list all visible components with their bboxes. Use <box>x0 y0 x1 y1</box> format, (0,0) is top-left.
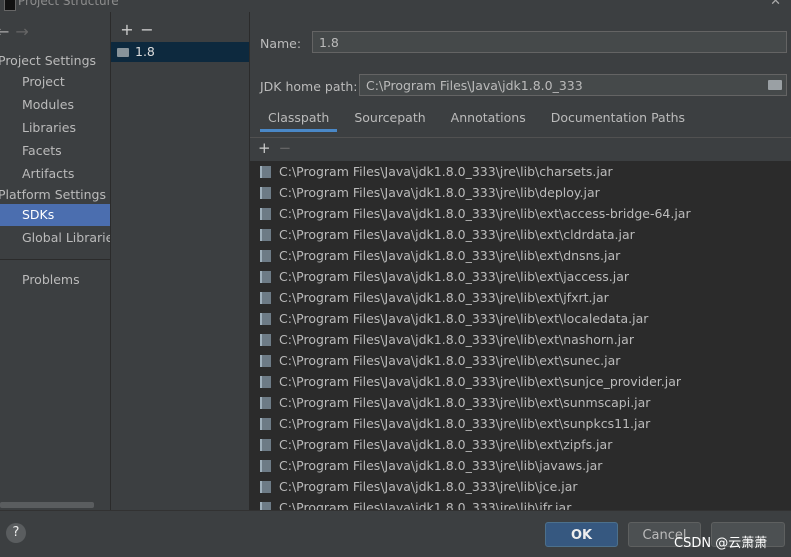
add-path-button[interactable]: + <box>258 139 271 157</box>
nav-arrows: ←→ <box>0 22 29 41</box>
list-item[interactable]: C:\Program Files\Java\jdk1.8.0_333\jre\l… <box>250 329 791 350</box>
tab-classpath[interactable]: Classpath <box>260 110 338 132</box>
jar-icon <box>260 334 271 346</box>
list-item[interactable]: C:\Program Files\Java\jdk1.8.0_333\jre\l… <box>250 350 791 371</box>
classpath-list[interactable]: C:\Program Files\Java\jdk1.8.0_333\jre\l… <box>250 161 791 510</box>
sdk-list-panel: + − 1.8 <box>111 12 250 510</box>
list-item-label: C:\Program Files\Java\jdk1.8.0_333\jre\l… <box>279 332 634 347</box>
jdk-home-input[interactable]: C:\Program Files\Java\jdk1.8.0_333 <box>359 74 787 96</box>
tab-sourcepath[interactable]: Sourcepath <box>346 110 433 129</box>
sdk-toolbar: + − <box>117 20 157 39</box>
nav-item-facets[interactable]: Facets <box>0 140 110 162</box>
jar-icon <box>260 187 271 199</box>
list-item-label: C:\Program Files\Java\jdk1.8.0_333\jre\l… <box>279 290 609 305</box>
list-item[interactable]: C:\Program Files\Java\jdk1.8.0_333\jre\l… <box>250 182 791 203</box>
list-item[interactable]: C:\Program Files\Java\jdk1.8.0_333\jre\l… <box>250 476 791 497</box>
list-item[interactable]: C:\Program Files\Java\jdk1.8.0_333\jre\l… <box>250 287 791 308</box>
list-item[interactable]: C:\Program Files\Java\jdk1.8.0_333\jre\l… <box>250 224 791 245</box>
ok-button[interactable]: OK <box>545 522 618 547</box>
window-title: Project Structure <box>18 0 119 8</box>
list-item[interactable]: C:\Program Files\Java\jdk1.8.0_333\jre\l… <box>250 455 791 476</box>
jar-icon <box>260 292 271 304</box>
list-item[interactable]: C:\Program Files\Java\jdk1.8.0_333\jre\l… <box>250 497 791 510</box>
jar-icon <box>260 397 271 409</box>
list-item[interactable]: C:\Program Files\Java\jdk1.8.0_333\jre\l… <box>250 266 791 287</box>
list-item-label: C:\Program Files\Java\jdk1.8.0_333\jre\l… <box>279 248 621 263</box>
tab-divider <box>250 137 791 138</box>
jar-icon <box>260 418 271 430</box>
platform-settings-header: Platform Settings <box>0 187 106 202</box>
jar-icon <box>260 376 271 388</box>
sdk-detail-panel: Name: 1.8 JDK home path: C:\Program File… <box>250 12 791 510</box>
nav-item-libraries[interactable]: Libraries <box>0 117 110 139</box>
jar-icon <box>260 460 271 472</box>
list-item-label: C:\Program Files\Java\jdk1.8.0_333\jre\l… <box>279 185 600 200</box>
jdk-home-label: JDK home path: <box>260 79 358 94</box>
remove-sdk-button[interactable]: − <box>137 20 157 39</box>
jar-icon <box>260 313 271 325</box>
list-item-label: C:\Program Files\Java\jdk1.8.0_333\jre\l… <box>279 479 578 494</box>
jar-icon <box>260 481 271 493</box>
jar-icon <box>260 439 271 451</box>
nav-divider <box>0 259 110 260</box>
list-item[interactable]: C:\Program Files\Java\jdk1.8.0_333\jre\l… <box>250 434 791 455</box>
csdn-watermark: CSDN @云萧萧 <box>674 536 768 551</box>
title-bar: Project Structure ✕ <box>0 0 791 12</box>
list-item-label: C:\Program Files\Java\jdk1.8.0_333\jre\l… <box>279 500 572 510</box>
jar-icon <box>260 355 271 367</box>
list-item-label: C:\Program Files\Java\jdk1.8.0_333\jre\l… <box>279 416 651 431</box>
project-settings-header: Project Settings <box>0 53 97 68</box>
sdk-item[interactable]: 1.8 <box>111 42 249 62</box>
list-item-label: C:\Program Files\Java\jdk1.8.0_333\jre\l… <box>279 458 603 473</box>
tab-annotations[interactable]: Annotations <box>443 110 534 129</box>
left-navigation: ←→ Project Settings Project Modules Libr… <box>0 12 111 510</box>
sdk-item-label: 1.8 <box>135 44 155 59</box>
nav-item-artifacts[interactable]: Artifacts <box>0 163 110 185</box>
list-item[interactable]: C:\Program Files\Java\jdk1.8.0_333\jre\l… <box>250 371 791 392</box>
nav-item-modules[interactable]: Modules <box>0 94 110 116</box>
list-item-label: C:\Program Files\Java\jdk1.8.0_333\jre\l… <box>279 437 613 452</box>
name-input[interactable]: 1.8 <box>312 31 787 53</box>
jar-icon <box>260 250 271 262</box>
classpath-toolbar: + − <box>258 139 291 157</box>
tab-documentation-paths[interactable]: Documentation Paths <box>543 110 693 129</box>
remove-path-button[interactable]: − <box>279 139 292 157</box>
list-item[interactable]: C:\Program Files\Java\jdk1.8.0_333\jre\l… <box>250 161 791 182</box>
list-item-label: C:\Program Files\Java\jdk1.8.0_333\jre\l… <box>279 164 613 179</box>
list-item-label: C:\Program Files\Java\jdk1.8.0_333\jre\l… <box>279 311 649 326</box>
back-arrow-icon[interactable]: ← <box>0 22 9 41</box>
jar-icon <box>260 502 271 510</box>
jar-icon <box>260 229 271 241</box>
nav-horizontal-scrollbar[interactable] <box>0 502 94 508</box>
tab-bar: Classpath Sourcepath Annotations Documentat… <box>260 110 702 134</box>
list-item[interactable]: C:\Program Files\Java\jdk1.8.0_333\jre\l… <box>250 245 791 266</box>
add-sdk-button[interactable]: + <box>117 20 137 39</box>
list-item-label: C:\Program Files\Java\jdk1.8.0_333\jre\l… <box>279 353 621 368</box>
list-item[interactable]: C:\Program Files\Java\jdk1.8.0_333\jre\l… <box>250 413 791 434</box>
nav-item-project[interactable]: Project <box>0 71 110 93</box>
list-item-label: C:\Program Files\Java\jdk1.8.0_333\jre\l… <box>279 227 635 242</box>
forward-arrow-icon[interactable]: → <box>15 22 28 41</box>
nav-item-problems[interactable]: Problems <box>0 269 110 291</box>
list-item-label: C:\Program Files\Java\jdk1.8.0_333\jre\l… <box>279 395 651 410</box>
list-item-label: C:\Program Files\Java\jdk1.8.0_333\jre\l… <box>279 206 691 221</box>
jar-icon <box>260 208 271 220</box>
list-item-label: C:\Program Files\Java\jdk1.8.0_333\jre\l… <box>279 374 682 389</box>
browse-folder-icon[interactable] <box>768 80 782 90</box>
help-button[interactable]: ? <box>6 523 26 543</box>
jar-icon <box>260 166 271 178</box>
list-item-label: C:\Program Files\Java\jdk1.8.0_333\jre\l… <box>279 269 630 284</box>
jdk-home-value: C:\Program Files\Java\jdk1.8.0_333 <box>366 78 583 93</box>
name-label: Name: <box>260 36 302 51</box>
list-item[interactable]: C:\Program Files\Java\jdk1.8.0_333\jre\l… <box>250 392 791 413</box>
close-icon[interactable]: ✕ <box>770 0 781 9</box>
nav-item-global-libraries[interactable]: Global Libraries <box>0 227 110 249</box>
nav-item-sdks[interactable]: SDKs <box>0 204 110 226</box>
folder-icon <box>117 48 129 57</box>
app-icon <box>4 0 16 11</box>
jar-icon <box>260 271 271 283</box>
list-item[interactable]: C:\Program Files\Java\jdk1.8.0_333\jre\l… <box>250 308 791 329</box>
dialog-button-bar: ? OK Cancel <box>0 510 791 557</box>
list-item[interactable]: C:\Program Files\Java\jdk1.8.0_333\jre\l… <box>250 203 791 224</box>
